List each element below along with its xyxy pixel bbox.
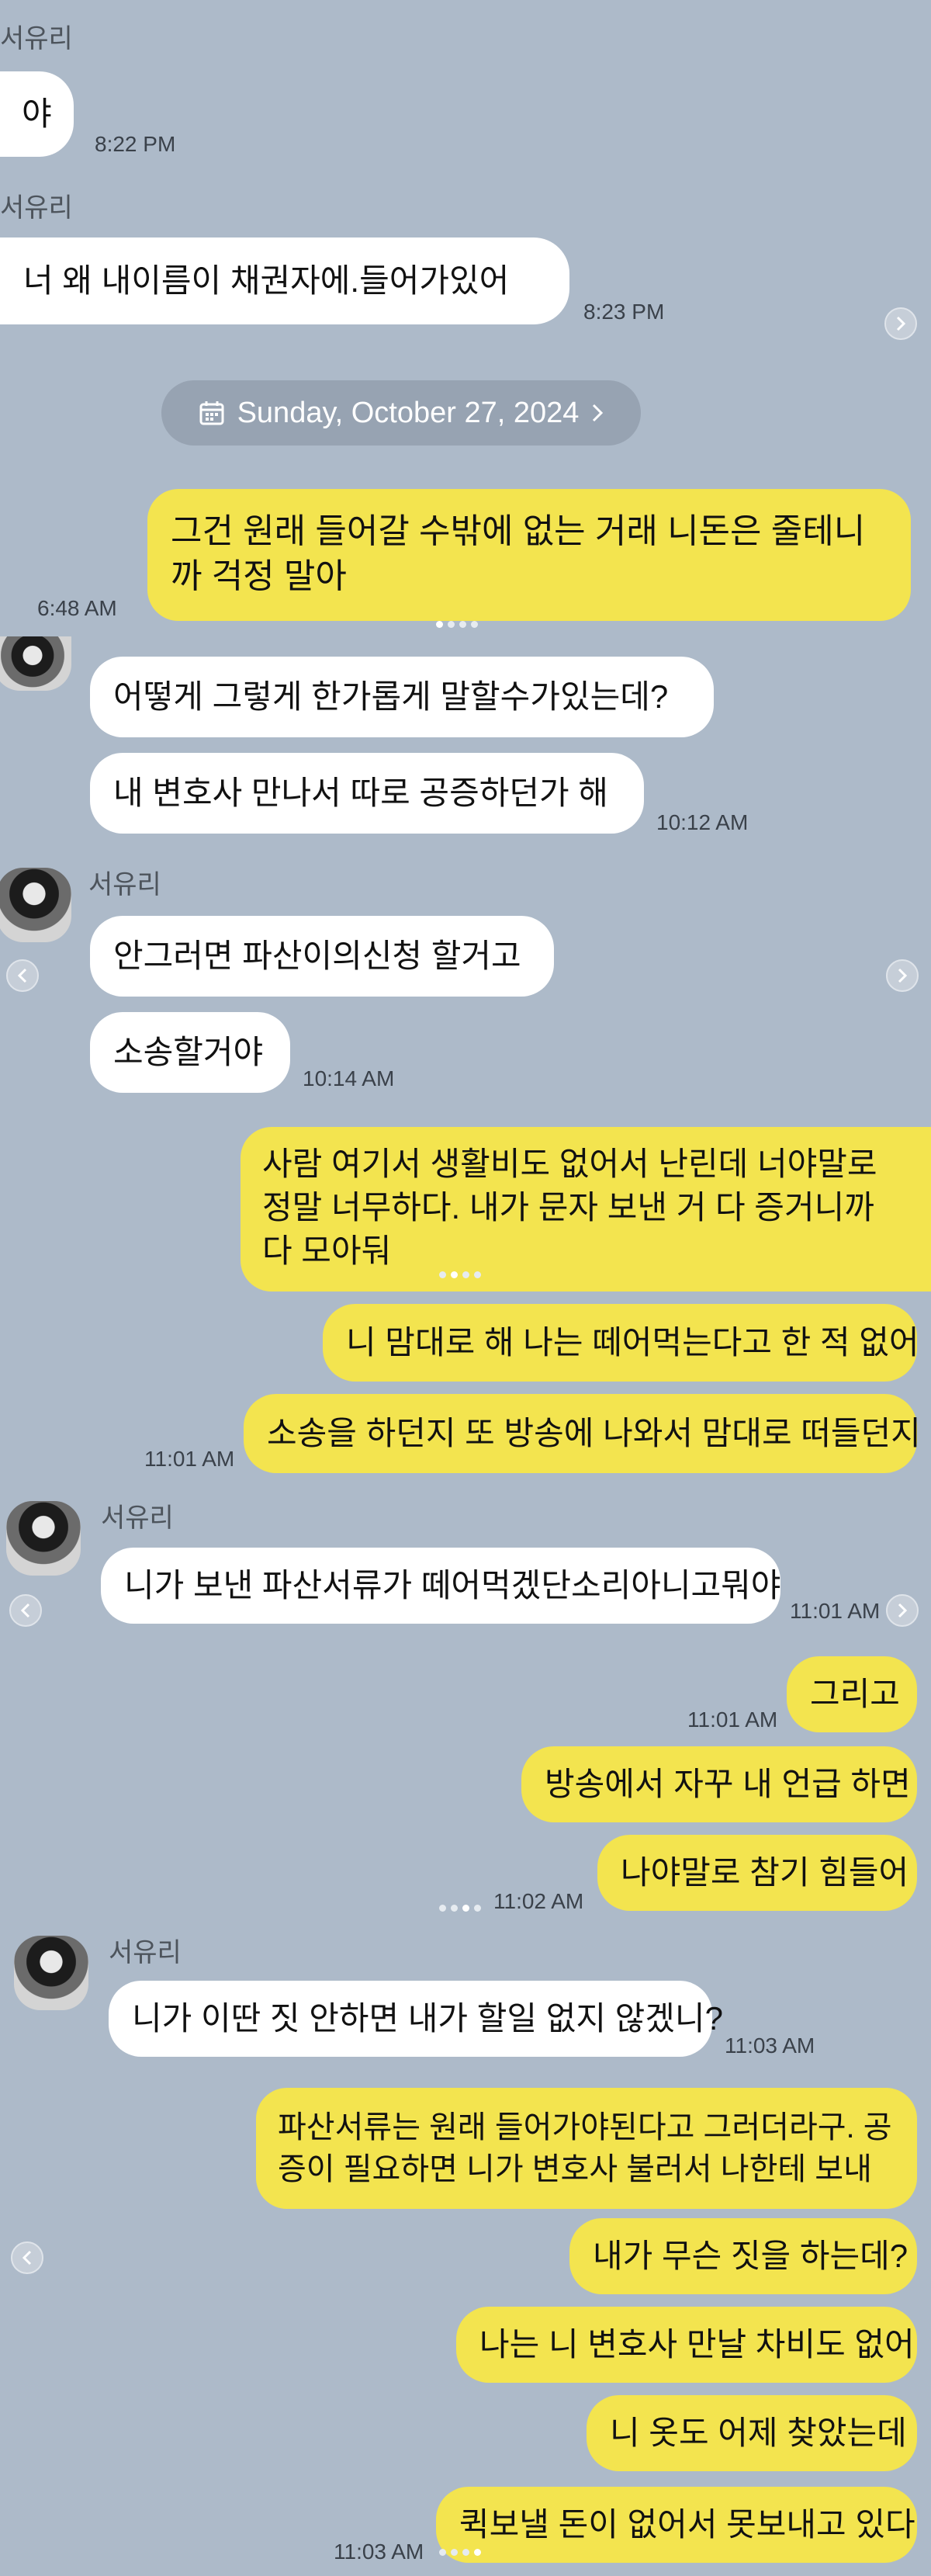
message-time: 11:01 AM — [790, 1599, 881, 1623]
message-time: 11:03 AM — [725, 2033, 815, 2058]
message-text: 어떻게 그렇게 한가롭게 말할수가있는데? — [113, 678, 669, 715]
message-time: 6:48 AM — [37, 596, 117, 620]
message-time: 11:02 AM — [493, 1889, 584, 1913]
message-text: 그건 원래 들어갈 수밖에 없는 거래 니돈은 줄테니까 걱정 말아 — [171, 512, 866, 595]
message-text: 야 — [22, 95, 52, 132]
page-indicator — [439, 1905, 481, 1912]
sender-name: 서유리 — [88, 870, 161, 900]
scroll-left-button[interactable] — [11, 2241, 43, 2274]
avatar[interactable] — [6, 1501, 81, 1576]
chevron-left-icon — [20, 1603, 30, 1618]
message-text: 방송에서 자꾸 내 언급 하면 — [545, 1766, 911, 1802]
avatar[interactable] — [0, 636, 71, 691]
message-text: 내가 무슨 짓을 하는데? — [593, 2238, 909, 2274]
scroll-right-button[interactable] — [884, 307, 917, 340]
message-bubble-incoming[interactable]: 너 왜 내이름이 채권자에.들어가있어 — [0, 237, 569, 324]
date-label: Sunday, October 27, 2024 — [237, 396, 580, 429]
chevron-left-icon — [22, 2250, 32, 2266]
message-bubble-incoming[interactable]: 니가 이딴 짓 안하면 내가 할일 없지 않겠니? — [109, 1981, 723, 2057]
sender-name: 서유리 — [109, 1938, 182, 1968]
message-bubble-outgoing[interactable]: 내가 무슨 짓을 하는데? — [569, 2218, 917, 2294]
message-time: 11:03 AM — [334, 2540, 424, 2564]
message-time: 11:01 AM — [687, 1708, 778, 1732]
chevron-right-icon — [896, 316, 906, 331]
chevron-right-icon — [898, 1603, 908, 1618]
page-indicator — [439, 2549, 481, 2556]
message-bubble-outgoing[interactable]: 니 옷도 어제 찾았는데 — [587, 2395, 917, 2471]
message-bubble-incoming[interactable]: 내 변호사 만나서 따로 공증하던가 해 — [90, 753, 644, 834]
message-bubble-outgoing[interactable]: 소송을 하던지 또 방송에 나와서 맘대로 떠들던지 — [244, 1394, 921, 1473]
date-divider[interactable]: Sunday, October 27, 2024 — [161, 380, 641, 446]
message-time: 11:01 AM — [144, 1447, 235, 1471]
message-bubble-incoming[interactable]: 소송할거야 — [90, 1012, 290, 1093]
message-time: 8:23 PM — [583, 300, 665, 324]
message-text: 니가 이딴 짓 안하면 내가 할일 없지 않겠니? — [132, 2000, 723, 2037]
chevron-right-icon — [898, 968, 908, 983]
message-time: 10:14 AM — [303, 1066, 395, 1090]
message-text: 파산서류는 원래 들어가야된다고 그러더라구. 공증이 필요하면 니가 변호사 … — [278, 2110, 892, 2186]
message-time: 10:12 AM — [656, 810, 749, 834]
sender-name: 서유리 — [101, 1503, 174, 1533]
page-indicator — [436, 621, 478, 628]
message-text: 안그러면 파산이의신청 할거고 — [113, 938, 521, 974]
sender-name: 서유리 — [0, 24, 73, 54]
message-bubble-outgoing[interactable]: 나야말로 참기 힘들어 — [597, 1835, 917, 1911]
avatar[interactable] — [14, 1936, 88, 2010]
message-bubble-outgoing[interactable]: 사람 여기서 생활비도 없어서 난린데 너야말로 정말 너무하다. 내가 문자 … — [241, 1127, 931, 1291]
page-indicator — [439, 1271, 481, 1278]
message-text: 내 변호사 만나서 따로 공증하던가 해 — [113, 775, 608, 811]
message-bubble-outgoing[interactable]: 퀵보낼 돈이 없어서 못보내고 있다 — [436, 2487, 917, 2563]
message-text: 니 맘대로 해 나는 떼어먹는다고 한 적 없어 — [346, 1324, 919, 1361]
sender-name: 서유리 — [0, 193, 73, 223]
message-bubble-outgoing[interactable]: 니 맘대로 해 나는 떼어먹는다고 한 적 없어 — [323, 1304, 919, 1382]
message-bubble-incoming[interactable]: 야 — [0, 71, 74, 157]
message-text: 니 옷도 어제 찾았는데 — [610, 2415, 907, 2451]
calendar-icon — [199, 401, 224, 425]
scroll-right-button[interactable] — [886, 959, 919, 992]
message-bubble-outgoing[interactable]: 방송에서 자꾸 내 언급 하면 — [521, 1746, 917, 1822]
message-bubble-outgoing[interactable]: 그리고 — [787, 1656, 917, 1732]
message-text: 나는 니 변호사 만날 차비도 없어 — [479, 2326, 915, 2363]
scroll-left-button[interactable] — [6, 959, 39, 992]
message-text: 나야말로 참기 힘들어 — [621, 1854, 909, 1891]
message-text: 그리고 — [810, 1676, 900, 1712]
chevron-left-icon — [17, 968, 27, 983]
message-bubble-incoming[interactable]: 어떻게 그렇게 한가롭게 말할수가있는데? — [90, 657, 714, 737]
scroll-left-button[interactable] — [9, 1594, 42, 1627]
message-text: 너 왜 내이름이 채권자에.들어가있어 — [23, 262, 510, 299]
avatar[interactable] — [0, 868, 71, 942]
message-text: 사람 여기서 생활비도 없어서 난린데 너야말로 정말 너무하다. 내가 문자 … — [262, 1146, 877, 1269]
message-text: 퀵보낼 돈이 없어서 못보내고 있다 — [459, 2506, 915, 2543]
message-bubble-incoming[interactable]: 안그러면 파산이의신청 할거고 — [90, 916, 554, 997]
message-bubble-outgoing[interactable]: 그건 원래 들어갈 수밖에 없는 거래 니돈은 줄테니까 걱정 말아 — [147, 489, 911, 621]
chevron-right-icon — [593, 404, 604, 422]
message-text: 니가 보낸 파산서류가 떼어먹겠단소리아니고뭐야 — [124, 1567, 781, 1603]
message-bubble-outgoing[interactable]: 나는 니 변호사 만날 차비도 없어 — [456, 2307, 917, 2383]
message-bubble-incoming[interactable]: 니가 보낸 파산서류가 떼어먹겠단소리아니고뭐야 — [101, 1548, 780, 1624]
message-text: 소송을 하던지 또 방송에 나와서 맘대로 떠들던지 — [267, 1415, 921, 1451]
message-bubble-outgoing[interactable]: 파산서류는 원래 들어가야된다고 그러더라구. 공증이 필요하면 니가 변호사 … — [256, 2088, 917, 2209]
scroll-right-button[interactable] — [886, 1594, 919, 1627]
message-time: 8:22 PM — [95, 132, 176, 156]
message-text: 소송할거야 — [113, 1034, 264, 1070]
